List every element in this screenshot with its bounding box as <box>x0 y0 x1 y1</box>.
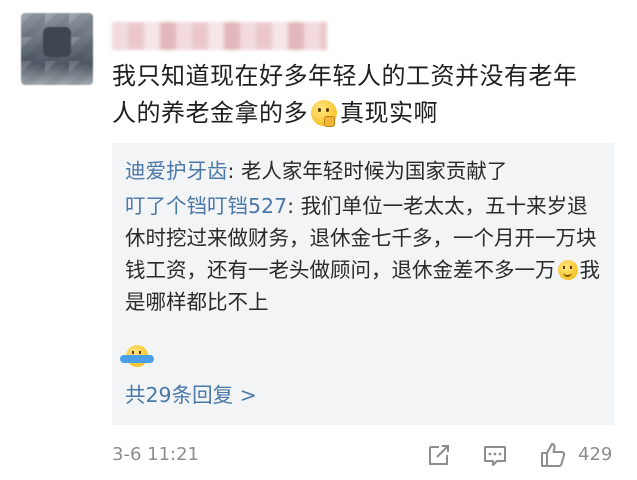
replies-container: 迪爱护牙齿: 老人家年轻时候为国家贡献了 叮了个铛叮铛527: 我们单位一老太太… <box>112 143 614 425</box>
like-count: 429 <box>578 444 613 465</box>
share-icon[interactable] <box>424 440 454 470</box>
comment-text: 我只知道现在好多年轻人的工资并没有老年 人的养老金拿的多 真现实啊 <box>112 58 612 132</box>
thinking-emoji-icon <box>311 100 337 127</box>
comment-line-2: 人的养老金拿的多 真现实啊 <box>112 99 438 127</box>
like-icon[interactable] <box>538 440 568 470</box>
reply-item[interactable]: 迪爱护牙齿: 老人家年轻时候为国家贡献了 <box>125 155 605 187</box>
view-more-replies-link[interactable]: 共29条回复 > <box>125 380 257 410</box>
comment-footer: 3-6 11:21 429 <box>0 438 637 474</box>
timestamp: 3-6 11:21 <box>112 444 199 465</box>
reply-text: 老人家年轻时候为国家贡献了 <box>240 159 508 183</box>
smile-emoji-icon <box>557 260 578 280</box>
comment-line-1: 我只知道现在好多年轻人的工资并没有老年 <box>112 62 578 90</box>
reply-username[interactable]: 叮了个铛叮铛527 <box>125 194 287 218</box>
comment-icon[interactable] <box>480 440 510 470</box>
reply-username[interactable]: 迪爱护牙齿 <box>125 159 228 183</box>
avatar[interactable] <box>21 13 93 85</box>
reply-item[interactable]: 叮了个铛叮铛527: 我们单位一老太太，五十来岁退休时挖过来做财务，退休金七千多… <box>125 190 605 318</box>
shrug-emoji-icon <box>120 345 154 367</box>
username-blurred[interactable] <box>112 22 327 50</box>
